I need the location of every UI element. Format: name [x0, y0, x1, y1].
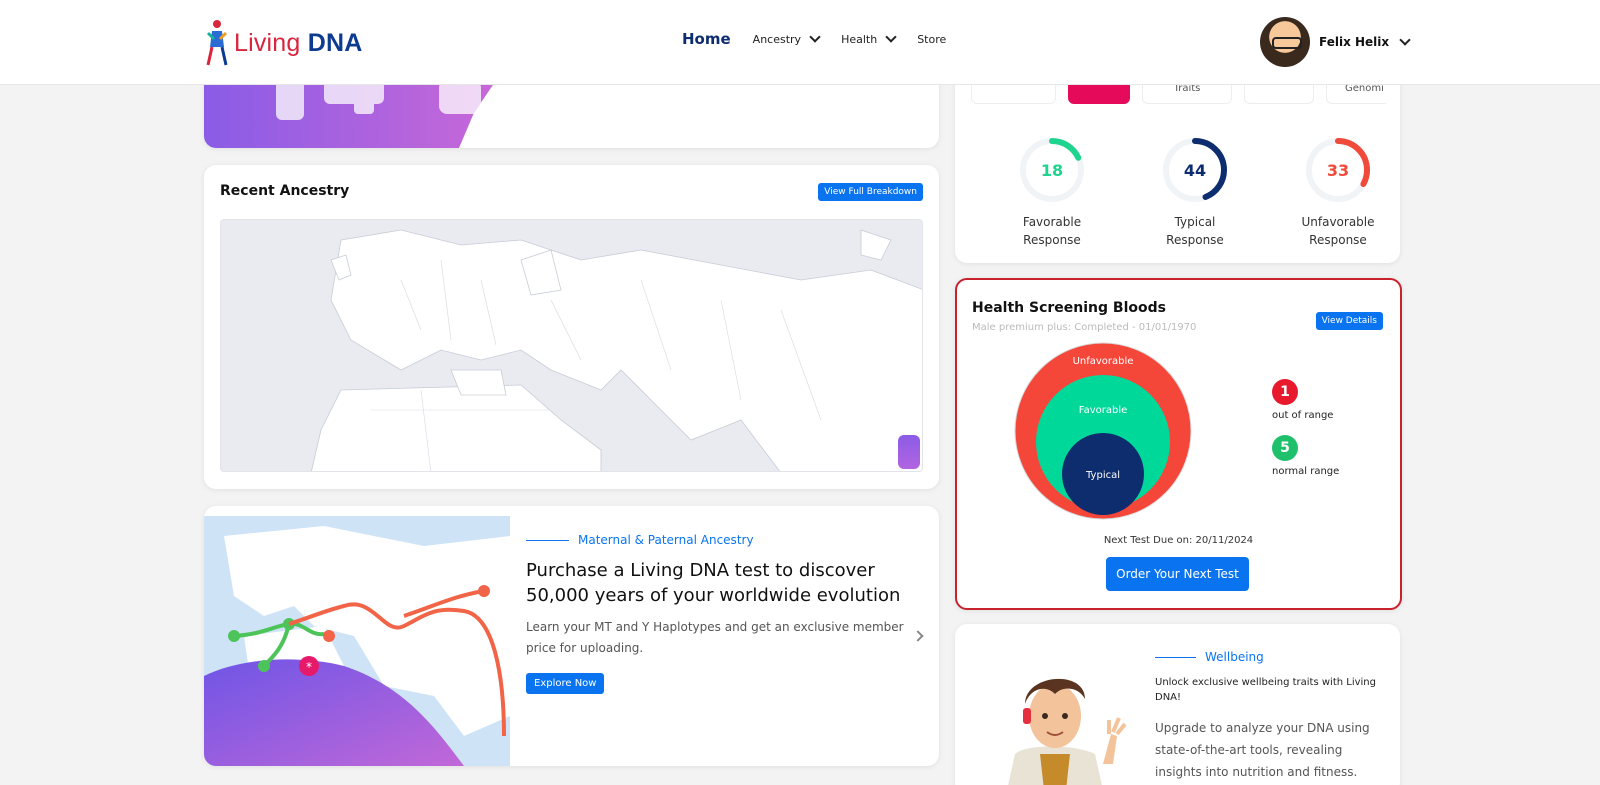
unfavorable-ring: 33 [1306, 138, 1370, 202]
wellbeing-description: Upgrade to analyze your DNA using state-… [1155, 721, 1370, 779]
maternal-title: Purchase a Living DNA test to discover 5… [526, 560, 901, 606]
chevron-down-icon [809, 31, 821, 43]
living-dna-logo[interactable]: Living DNA [204, 18, 362, 68]
ring-value: 18 [1041, 161, 1063, 180]
nav-ancestry[interactable]: Ancestry [752, 31, 821, 46]
wellbeing-lead: Unlock exclusive wellbeing traits with L… [1155, 677, 1376, 703]
recent-ancestry-card: Recent Ancestry View Full Breakdown [204, 165, 939, 489]
nested-circles-chart: Unfavorable Favorable Typical [1014, 342, 1192, 520]
normal-range-label: normal range [1272, 466, 1340, 477]
view-full-breakdown-button[interactable]: View Full Breakdown [818, 183, 923, 201]
report-tab[interactable] [971, 82, 1056, 104]
chevron-down-icon [1399, 34, 1411, 46]
wellbeing-card: Wellbeing Unlock exclusive wellbeing tra… [955, 624, 1400, 785]
map-legend-toggle[interactable] [898, 435, 920, 469]
circle-label-unfavorable: Unfavorable [1073, 356, 1134, 367]
nav-ancestry-label: Ancestry [752, 32, 802, 46]
ring-value: 44 [1184, 161, 1206, 180]
avatar [1260, 17, 1310, 67]
circle-label-typical: Typical [1085, 470, 1120, 481]
out-of-range-legend: 1 out of range [1272, 379, 1333, 421]
health-screening-subtitle: Male premium plus: Completed - 01/01/197… [972, 322, 1197, 333]
wellbeing-eyebrow: Wellbeing [1155, 650, 1264, 664]
maternal-description: Learn your MT and Y Haplotypes and get a… [526, 620, 904, 655]
view-details-button[interactable]: View Details [1315, 312, 1383, 330]
out-of-range-label: out of range [1272, 410, 1334, 421]
eyebrow-divider [1155, 656, 1196, 658]
circle-label-favorable: Favorable [1079, 405, 1128, 416]
typical-label-1: Typical [1174, 215, 1216, 229]
favorable-label-1: Favorable [1022, 215, 1082, 229]
typical-response: 44 Typical Response [1140, 135, 1250, 249]
main-nav: Home Ancestry Health Store [682, 30, 968, 48]
typical-ring: 44 [1163, 138, 1227, 202]
typical-label-2: Response [1166, 233, 1224, 247]
logo-word-living: Living [234, 28, 301, 57]
nav-health-label: Health [841, 32, 878, 46]
dna-figure-icon [204, 19, 230, 67]
next-test-date: Next Test Due on: 20/11/2024 [1103, 535, 1254, 546]
svg-text:*: * [306, 660, 312, 674]
report-tab-genome[interactable]: Genomi [1326, 82, 1386, 104]
normal-range-legend: 5 normal range [1272, 435, 1339, 477]
health-screening-card: Health Screening Bloods Male premium plu… [955, 278, 1402, 610]
order-next-test-button[interactable]: Order Your Next Test [1106, 557, 1249, 591]
trait-responses-card: Traits Genomi 18 Favorable Response 44 T… [955, 60, 1400, 263]
nav-store-label: Store [917, 32, 947, 46]
eyebrow-divider [526, 539, 569, 541]
nav-home[interactable]: Home [682, 30, 731, 48]
out-of-range-badge: 1 [1272, 379, 1298, 405]
unfavorable-label-2: Response [1309, 233, 1367, 247]
favorable-response: 18 Favorable Response [997, 135, 1107, 249]
unfavorable-response: 33 Unfavorable Response [1283, 135, 1393, 249]
waving-person-illustration [985, 654, 1135, 785]
chevron-down-icon [885, 31, 897, 43]
top-header: Living DNA Home Ancestry Health Store Fe… [0, 0, 1600, 85]
explore-now-button[interactable]: Explore Now [526, 673, 605, 694]
maternal-paternal-card: * Maternal & Paternal Ancestry Purchase … [204, 506, 939, 766]
health-screening-title: Health Screening Bloods [972, 300, 1166, 316]
unfavorable-label-1: Unfavorable [1301, 215, 1375, 229]
wellbeing-eyebrow-label: Wellbeing [1205, 650, 1264, 664]
report-tabs: Traits Genomi [971, 82, 1386, 106]
ancestry-map[interactable] [220, 219, 923, 472]
logo-word-dna: DNA [307, 28, 363, 57]
maternal-eyebrow-label: Maternal & Paternal Ancestry [578, 533, 754, 547]
ring-value: 33 [1327, 161, 1349, 180]
user-menu[interactable]: Felix Helix [1260, 17, 1411, 67]
favorable-label-2: Response [1023, 233, 1081, 247]
favorable-ring: 18 [1020, 138, 1084, 202]
report-tab-traits[interactable]: Traits [1142, 82, 1232, 104]
normal-range-badge: 5 [1272, 435, 1298, 461]
migration-map-image: * [204, 516, 510, 766]
user-name: Felix Helix [1319, 35, 1390, 49]
report-tab[interactable] [1244, 82, 1314, 104]
nav-home-label: Home [682, 30, 731, 48]
recent-ancestry-title: Recent Ancestry [220, 183, 350, 199]
maternal-eyebrow: Maternal & Paternal Ancestry [526, 533, 754, 547]
nav-health[interactable]: Health [841, 31, 897, 46]
report-tab-active[interactable] [1068, 82, 1130, 104]
nav-store[interactable]: Store [917, 33, 946, 46]
